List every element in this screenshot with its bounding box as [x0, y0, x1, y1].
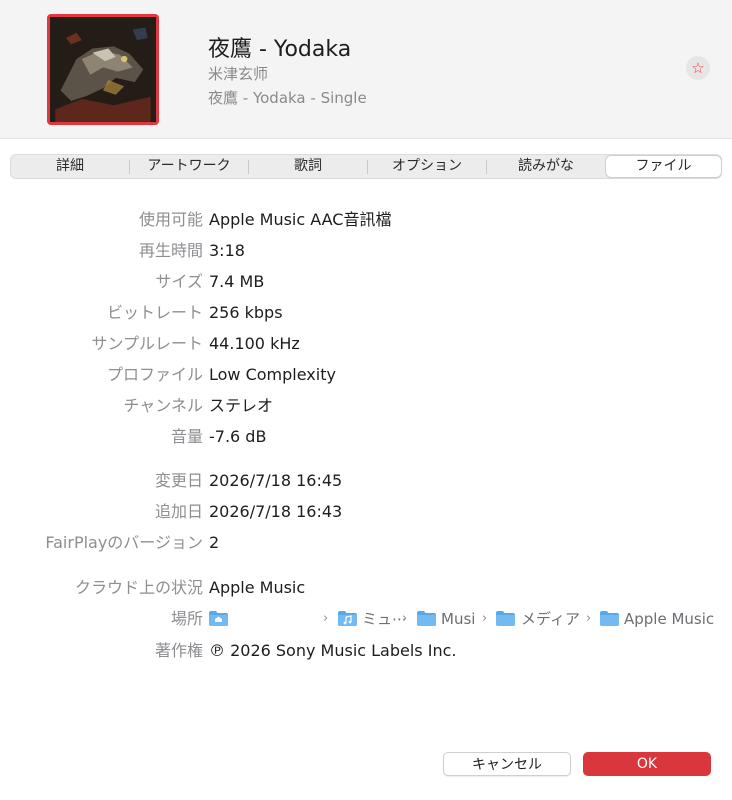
tab-bar: 詳細 アートワーク 歌詞 オプション 読みがな ファイル: [10, 154, 722, 179]
tab-reading[interactable]: 読みがな: [487, 156, 605, 177]
crumb-music-folder: ミュ⋯: [362, 610, 408, 628]
info-label: ビットレート: [106, 303, 203, 322]
info-row-kind: 使用可能 Apple Music AAC音訊檔: [0, 209, 732, 231]
info-value: 3:18: [209, 241, 245, 260]
location-path[interactable]: › ミュ⋯ › Musi › メディア › Apple Music: [209, 608, 729, 630]
crumb-separator: ›: [586, 611, 592, 626]
info-label: クラウド上の状況: [74, 578, 203, 597]
album-artwork[interactable]: [47, 14, 159, 125]
crumb-separator: ›: [482, 611, 488, 626]
info-value: -7.6 dB: [209, 427, 267, 446]
info-value: 2026/7/18 16:45: [209, 471, 343, 490]
tab-file[interactable]: ファイル: [606, 156, 721, 177]
folder-icon: [600, 611, 619, 626]
info-row-duration: 再生時間 3:18: [0, 240, 732, 262]
info-value: ステレオ: [209, 396, 274, 415]
info-label: 音量: [170, 427, 203, 446]
tab-lyrics[interactable]: 歌詞: [249, 156, 367, 177]
crumb-apple-music: Apple Music: [624, 610, 715, 628]
info-row-channels: チャンネル ステレオ: [0, 395, 732, 417]
info-value: 7.4 MB: [209, 272, 265, 291]
tab-details[interactable]: 詳細: [11, 156, 129, 177]
folder-icon: [417, 611, 436, 626]
info-label: サンプルレート: [91, 334, 203, 353]
info-label: 場所: [170, 609, 203, 628]
info-value: ℗ 2026 Sony Music Labels Inc.: [209, 641, 457, 660]
info-label: 再生時間: [138, 241, 203, 260]
info-row-size: サイズ 7.4 MB: [0, 271, 732, 293]
info-label: 変更日: [154, 471, 203, 490]
info-row-modified: 変更日 2026/7/18 16:45: [0, 470, 732, 492]
info-label: 使用可能: [138, 210, 203, 229]
info-row-location: 場所 › ミュ⋯ › Musi › メディア › Apple Music: [0, 608, 732, 630]
info-value: Low Complexity: [209, 365, 336, 384]
info-row-volume: 音量 -7.6 dB: [0, 426, 732, 448]
music-folder-icon: [338, 611, 357, 626]
crumb-media: メディア: [521, 610, 580, 628]
crumb-music: Musi: [441, 610, 476, 628]
home-folder-icon: [209, 611, 228, 626]
crumb-separator: ›: [323, 611, 329, 626]
info-value: Apple Music: [209, 578, 306, 597]
info-value: Apple Music AAC音訊檔: [209, 210, 392, 229]
artist-name: 米津玄师: [208, 65, 269, 83]
info-row-bitrate: ビットレート 256 kbps: [0, 302, 732, 324]
info-label: サイズ: [155, 272, 203, 291]
ok-button[interactable]: OK: [583, 752, 711, 776]
favorite-button[interactable]: ☆: [686, 56, 710, 80]
info-value: 2: [209, 533, 220, 552]
info-value: 256 kbps: [209, 303, 283, 322]
star-icon: ☆: [691, 59, 705, 77]
info-label: チャンネル: [123, 396, 203, 415]
song-title: 夜鷹 - Yodaka: [208, 37, 352, 62]
info-value: 2026/7/18 16:43: [209, 502, 343, 521]
info-row-cloud-status: クラウド上の状況 Apple Music: [0, 577, 732, 599]
info-label: 著作権: [154, 641, 203, 660]
info-label: プロファイル: [106, 365, 203, 384]
crumb-separator: ›: [402, 611, 408, 626]
info-value: 44.100 kHz: [209, 334, 300, 353]
tab-options[interactable]: オプション: [368, 156, 486, 177]
info-row-fairplay: FairPlayのバージョン 2: [0, 532, 732, 554]
artwork-image: [50, 17, 156, 122]
info-row-sample-rate: サンプルレート 44.100 kHz: [0, 333, 732, 355]
info-label: 追加日: [154, 502, 203, 521]
info-row-profile: プロファイル Low Complexity: [0, 364, 732, 386]
info-row-added: 追加日 2026/7/18 16:43: [0, 501, 732, 523]
tab-artwork[interactable]: アートワーク: [130, 156, 248, 177]
info-label: FairPlayのバージョン: [45, 533, 203, 552]
cancel-button[interactable]: キャンセル: [443, 752, 571, 776]
song-header: 夜鷹 - Yodaka 米津玄师 夜鷹 - Yodaka - Single ☆: [0, 0, 732, 139]
folder-icon: [496, 611, 515, 626]
info-row-copyright: 著作権 ℗ 2026 Sony Music Labels Inc.: [0, 640, 732, 662]
album-name: 夜鷹 - Yodaka - Single: [208, 89, 367, 107]
